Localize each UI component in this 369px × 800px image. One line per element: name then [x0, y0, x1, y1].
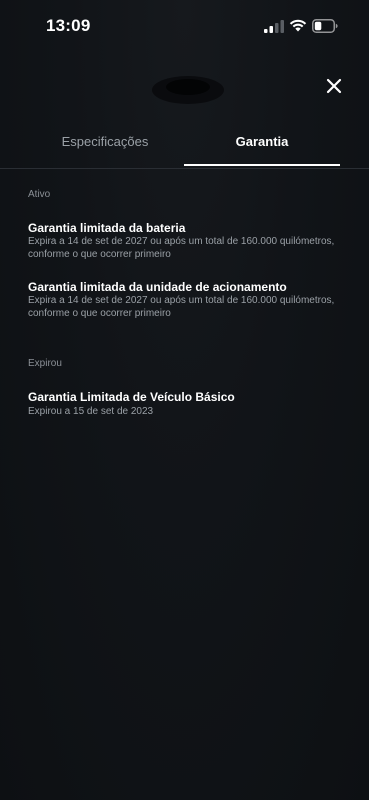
close-button[interactable] — [322, 74, 346, 98]
warranty-title-battery: Garantia limitada da bateria — [28, 221, 186, 235]
wifi-icon — [289, 19, 307, 32]
warranty-description-basic-vehicle: Expirou a 15 de set de 2023 — [28, 406, 154, 417]
warranty-description-battery: Expira a 14 de set de 2027 ou após um to… — [28, 236, 335, 260]
status-bar: 13:09 — [0, 0, 369, 50]
signal-bars-icon — [264, 20, 284, 33]
warranty-title-drive-unit: Garantia limitada da unidade de acioname… — [28, 280, 287, 294]
active-tab-indicator — [184, 164, 340, 166]
status-time: 13:09 — [46, 16, 91, 35]
warranty-title-basic-vehicle: Garantia Limitada de Veículo Básico — [28, 390, 235, 404]
warranty-description-drive-unit: Expira a 14 de set de 2027 ou após um to… — [28, 295, 335, 319]
section-label-expired: Expirou — [28, 358, 62, 369]
vehicle-image — [152, 76, 224, 104]
tab-especificacoes[interactable]: Especificações — [40, 128, 170, 166]
battery-icon — [312, 19, 338, 33]
section-label-active: Ativo — [28, 189, 51, 200]
close-icon — [326, 78, 342, 94]
tab-garantia[interactable]: Garantia — [184, 128, 340, 166]
tab-bar: Especificações Garantia — [0, 128, 369, 169]
